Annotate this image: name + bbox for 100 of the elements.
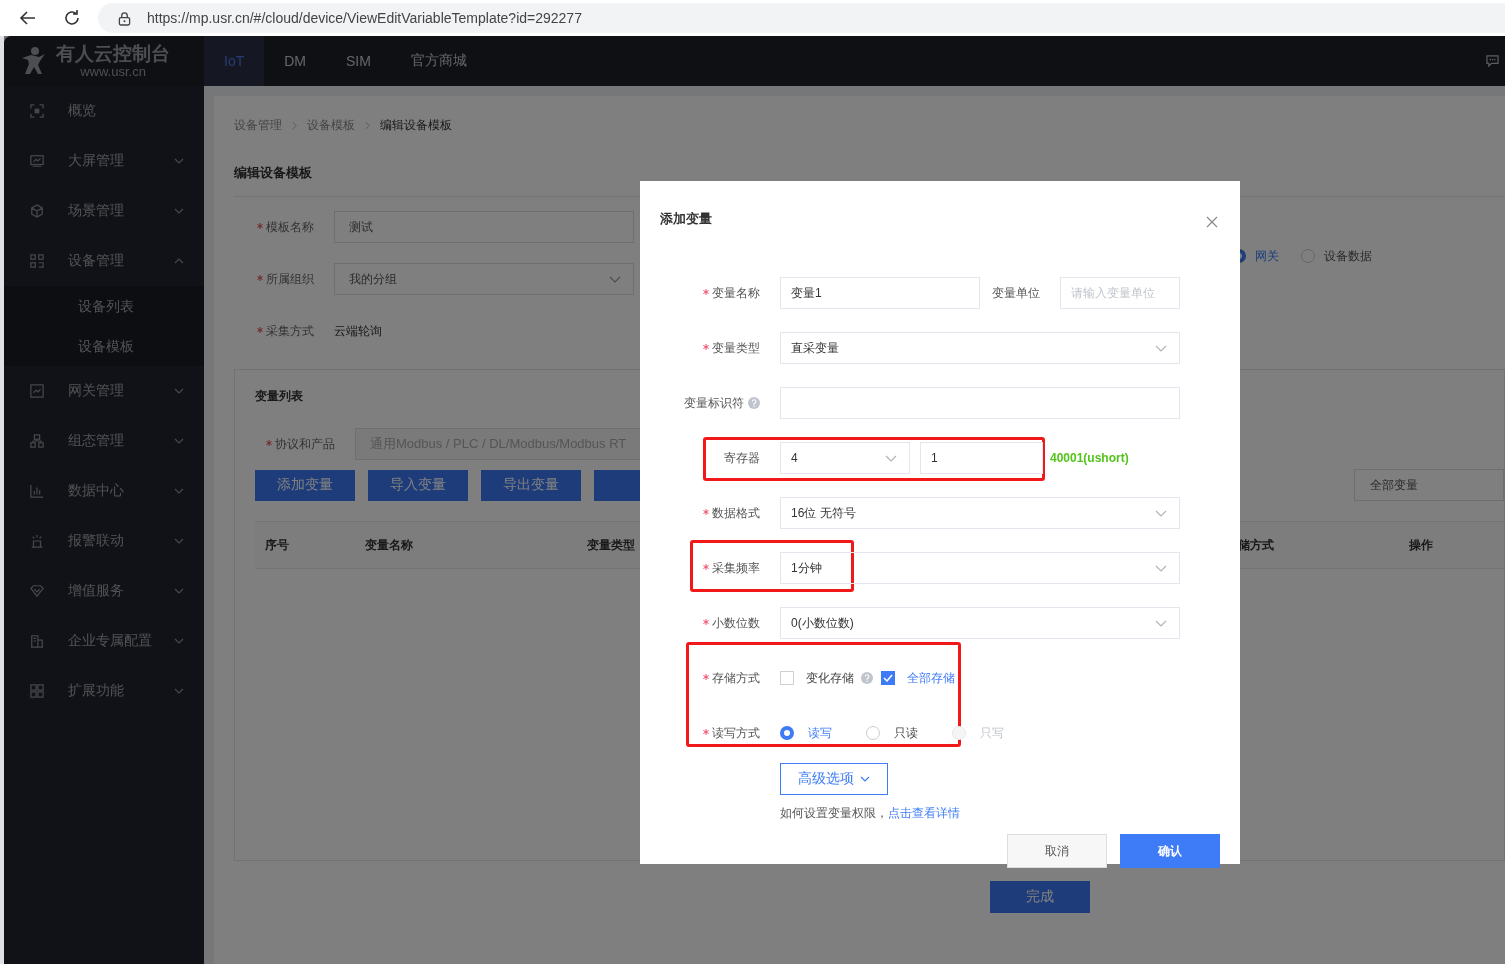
dropdown-caret-icon [609, 276, 621, 283]
sidebar-item[interactable]: 组态管理 [4, 416, 204, 466]
radio-label: 读写 [808, 724, 832, 742]
field-label: 读写方式 [712, 724, 760, 742]
breadcrumb-item[interactable]: 设备模板 [307, 116, 355, 134]
section-title: 变量列表 [255, 388, 303, 405]
extend-icon [30, 684, 44, 698]
alarm-icon [30, 534, 44, 548]
variable-name-field[interactable]: 变量1 [780, 277, 980, 309]
help-icon[interactable] [748, 397, 760, 409]
nav-tab[interactable]: DM [264, 36, 326, 86]
sidebar-item[interactable]: 网关管理 [4, 366, 204, 416]
sidebar-item[interactable]: 设备管理 [4, 236, 204, 286]
field-label: 变量单位 [992, 284, 1040, 302]
field-label: 数据格式 [712, 504, 760, 522]
checkbox[interactable] [881, 671, 895, 685]
identifier-field[interactable] [780, 387, 1180, 419]
select-field[interactable]: 0(小数位数) [780, 607, 1180, 639]
lock-icon [118, 10, 131, 26]
field-label: 模板名称 [266, 218, 314, 236]
column-header: 变量名称 [365, 536, 414, 554]
sidebar-item[interactable]: 场景管理 [4, 186, 204, 236]
radio-button[interactable] [780, 726, 794, 740]
value-icon [30, 584, 44, 598]
url-text: https://mp.usr.cn/#/cloud/device/ViewEditVariableTemplate?id=292277 [147, 10, 582, 26]
register-address-field[interactable]: 1 [920, 442, 1043, 474]
field-label: 所属组织 [266, 270, 314, 288]
sidebar-item[interactable]: 数据中心 [4, 466, 204, 516]
field-label: 小数位数 [712, 614, 760, 632]
data-icon [30, 484, 44, 498]
field-label: 采集方式 [266, 322, 314, 340]
dropdown-caret-icon [1155, 345, 1167, 352]
done-button[interactable]: 完成 [990, 881, 1090, 913]
checkbox-label: 全部存储 [907, 669, 955, 687]
sidebar-subitem[interactable]: 设备模板 [4, 326, 204, 366]
radio-label: 只读 [894, 724, 918, 742]
close-icon[interactable] [1206, 216, 1218, 228]
breadcrumb-item: 编辑设备模板 [380, 116, 452, 134]
help-icon[interactable] [861, 672, 873, 684]
sidebar-item[interactable]: 增值服务 [4, 566, 204, 616]
dialog-title: 添加变量 [660, 210, 712, 228]
toolbar-button[interactable]: 添加变量 [255, 469, 355, 501]
field-label: 采集频率 [712, 559, 760, 577]
chevron-down-icon [860, 776, 870, 782]
address-bar[interactable]: https://mp.usr.cn/#/cloud/device/ViewEditVariableTemplate?id=292277 [98, 3, 1505, 33]
register-hint: 40001(ushort) [1050, 451, 1129, 465]
column-header: 储方式 [1238, 536, 1275, 554]
column-header: 序号 [265, 536, 290, 554]
enterprise-icon [30, 634, 44, 648]
details-link[interactable]: 点击查看详情 [888, 806, 960, 820]
field-label: 变量标识符 [684, 394, 744, 412]
radio-label: 网关 [1255, 247, 1279, 265]
topology-icon [30, 434, 44, 448]
dropdown-caret-icon [885, 455, 897, 462]
sidebar-item[interactable]: 大屏管理 [4, 136, 204, 186]
reload-icon[interactable] [62, 8, 82, 28]
field-value: 云端轮询 [334, 322, 382, 340]
sidebar-item[interactable]: 企业专属配置 [4, 616, 204, 666]
brand-name: 有人云控制台 [56, 44, 170, 63]
advanced-options-button[interactable]: 高级选项 [780, 763, 888, 795]
dropdown-caret-icon [1155, 565, 1167, 572]
checkbox-label: 变化存储 [806, 669, 854, 687]
column-header: 变量类型 [587, 536, 636, 554]
brand-site: www.usr.cn [80, 65, 146, 78]
device-icon [30, 254, 44, 268]
field-label: 变量类型 [712, 339, 760, 357]
dropdown-caret-icon [1155, 620, 1167, 627]
select-field[interactable]: 16位 无符号 [780, 497, 1180, 529]
toolbar-button[interactable]: 导出变量 [481, 469, 581, 501]
confirm-button[interactable]: 确认 [1120, 834, 1220, 868]
sidebar-item[interactable]: 扩展功能 [4, 666, 204, 716]
field-label: 协议和产品 [275, 435, 335, 453]
nav-tab[interactable]: IoT [204, 36, 265, 86]
field-label: 存储方式 [712, 669, 760, 687]
chevron-right-icon [365, 120, 370, 130]
scene-icon [30, 204, 44, 218]
chevron-right-icon [292, 120, 297, 130]
sidebar-item[interactable]: 概览 [4, 86, 204, 136]
radio-label: 设备数据 [1324, 247, 1372, 265]
sidebar-item[interactable]: 报警联动 [4, 516, 204, 566]
dropdown-caret-icon [1155, 510, 1167, 517]
column-header: 操作 [1409, 536, 1434, 554]
organization-select[interactable]: 我的分组 [334, 263, 634, 295]
screen-icon [30, 154, 44, 168]
cancel-button[interactable]: 取消 [1007, 834, 1107, 868]
overview-icon [30, 104, 44, 118]
register-type-select[interactable]: 4 [780, 442, 910, 474]
field-label: 变量名称 [712, 284, 760, 302]
template-name-field[interactable]: 测试 [334, 211, 634, 243]
permission-note: 如何设置变量权限，点击查看详情 [780, 806, 960, 820]
sidebar-subitem[interactable]: 设备列表 [4, 286, 204, 326]
variable-filter-select[interactable]: 全部变量 [1354, 469, 1504, 501]
gateway-icon [30, 384, 44, 398]
chat-icon[interactable] [1486, 55, 1499, 67]
nav-tab[interactable]: 官方商城 [390, 36, 487, 86]
select-field[interactable]: 1分钟 [780, 552, 1180, 584]
radio-button[interactable] [866, 726, 880, 740]
toolbar-button[interactable]: 导入变量 [368, 469, 468, 501]
nav-tab[interactable]: SIM [326, 36, 391, 86]
select-field[interactable]: 直采变量 [780, 332, 1180, 364]
